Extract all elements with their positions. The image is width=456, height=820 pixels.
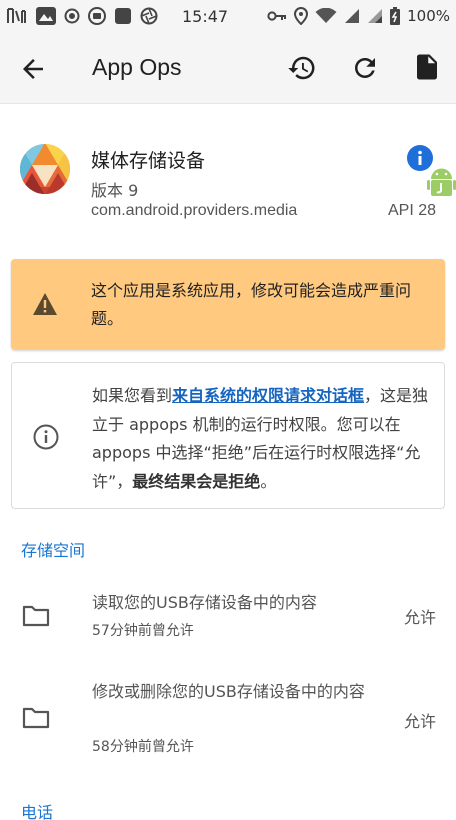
info-outline-icon <box>33 424 59 450</box>
document-icon <box>417 54 437 80</box>
system-permission-dialog-link[interactable]: 来自系统的权限请求对话框 <box>172 386 364 405</box>
back-arrow-icon <box>23 59 43 79</box>
key-icon <box>267 10 287 22</box>
permission-mode[interactable]: 允许 <box>404 604 436 628</box>
app-version: 版本 9 <box>91 181 139 200</box>
mi-icon <box>88 7 106 25</box>
restore-button[interactable] <box>287 53 317 83</box>
runtime-permission-note-card: 如果您看到来自系统的权限请求对话框，这是独立于 appops 机制的运行时权限。… <box>11 362 445 509</box>
aperture-icon <box>140 7 158 25</box>
permission-mode[interactable]: 允许 <box>404 708 436 732</box>
document-button[interactable] <box>412 52 442 82</box>
folder-icon <box>22 604 50 628</box>
android-icon <box>427 166 456 200</box>
note-bold: 最终结果会是拒绝 <box>132 471 261 491</box>
app-name: 媒体存储设备 <box>91 150 206 172</box>
record-icon <box>64 8 80 24</box>
location-icon <box>294 7 309 25</box>
note-text: 如果您看到来自系统的权限请求对话框，这是独立于 appops 机制的运行时权限。… <box>92 382 432 496</box>
page-title: App Ops <box>92 54 182 80</box>
app-logo-icon <box>19 143 71 195</box>
refresh-icon <box>355 58 375 78</box>
status-time: 15:47 <box>182 6 229 26</box>
status-bar-system: 100% <box>267 7 450 25</box>
note-prefix: 如果您看到 <box>92 386 173 405</box>
app-package-name: com.android.providers.media <box>91 202 298 219</box>
status-bar-notifications: 15:47 <box>6 7 228 26</box>
note-suffix: 。 <box>260 471 277 491</box>
restore-icon <box>288 56 315 80</box>
api-level: API 28 <box>387 202 436 219</box>
radio-icon <box>6 7 28 25</box>
battery-icon <box>390 7 401 25</box>
refresh-button[interactable] <box>350 53 380 83</box>
signal-icon <box>367 8 383 24</box>
section-header-storage: 存储空间 <box>21 541 86 560</box>
permission-row-write-storage[interactable]: 修改或删除您的USB存储设备中的内容 58分钟前曾允许 允许 <box>0 670 456 770</box>
warning-text: 这个应用是系统应用，修改可能会造成严重问题。 <box>91 281 412 328</box>
system-app-warning-card: 这个应用是系统应用，修改可能会造成严重问题。 <box>11 259 445 350</box>
folder-icon <box>22 706 50 730</box>
permission-title: 读取您的USB存储设备中的内容 <box>92 593 317 612</box>
app-bar: App Ops <box>0 32 456 104</box>
permission-title: 修改或删除您的USB存储设备中的内容 <box>92 682 365 701</box>
section-header-phone: 电话 <box>21 803 54 820</box>
status-bar: 15:47 100% <box>0 0 456 32</box>
permission-row-read-storage[interactable]: 读取您的USB存储设备中的内容 57分钟前曾允许 允许 <box>0 580 456 654</box>
battery-percent: 100% <box>407 7 450 25</box>
mountain-notification-icon <box>36 7 56 25</box>
signal-icon <box>344 8 360 24</box>
permission-subtitle: 58分钟前曾允许 <box>92 739 194 755</box>
back-button[interactable] <box>18 54 48 84</box>
square-icon <box>114 7 132 25</box>
wifi-icon <box>315 8 337 24</box>
permission-subtitle: 57分钟前曾允许 <box>92 623 194 639</box>
warning-icon <box>32 292 58 316</box>
